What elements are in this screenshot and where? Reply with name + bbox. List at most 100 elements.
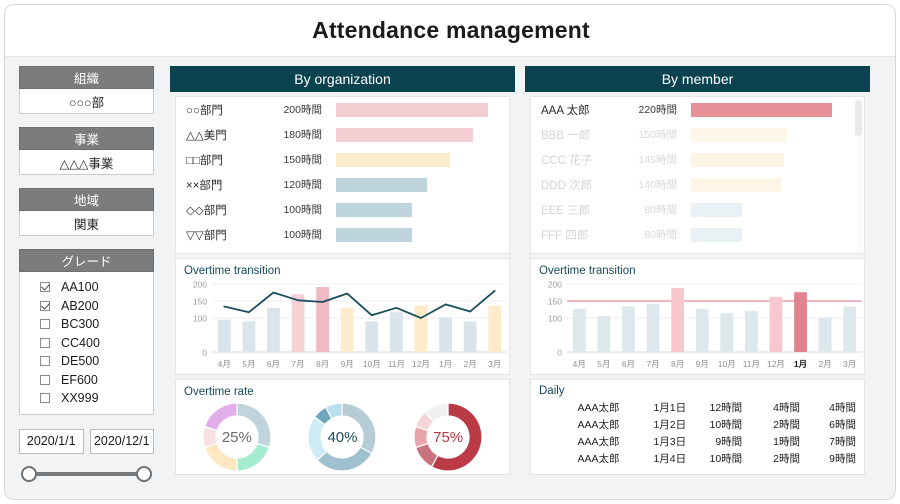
ranking-bar <box>691 152 785 167</box>
svg-text:1月: 1月 <box>439 359 452 369</box>
daily-cell: 7時間 <box>829 436 857 448</box>
date-range-row: 2020/1/1 2020/12/1 <box>19 428 154 454</box>
svg-text:150: 150 <box>193 297 207 307</box>
scrollbar-thumb[interactable] <box>855 100 862 136</box>
ranking-row-value: 150時間 <box>283 154 322 166</box>
svg-text:3月: 3月 <box>488 359 501 369</box>
date-start-input[interactable]: 2020/1/1 <box>19 428 84 454</box>
grade-option-ab200[interactable]: AB200 <box>40 297 153 316</box>
svg-text:2月: 2月 <box>464 359 477 369</box>
ranking-row[interactable]: ××部門 120時間 <box>176 172 509 197</box>
app-root: Attendance management 組織 ○○○部 事業 △△△事業 地… <box>0 0 900 504</box>
ranking-row-name: EEE 三郎 <box>541 204 591 217</box>
checkbox-icon[interactable] <box>40 356 50 367</box>
member-ranking-scrollbar[interactable] <box>855 98 863 253</box>
ranking-row[interactable]: □□部門 150時間 <box>176 147 509 172</box>
ranking-row[interactable]: BBB 一郎 150時間 <box>531 122 864 147</box>
ranking-row[interactable]: ○○部門 200時間 <box>176 97 509 122</box>
member-ranking-list[interactable]: AAA 太郎 220時間 BBB 一郎 150時間 CCC 花子 145時間 DDD 次郎 1… <box>530 96 865 254</box>
svg-text:100: 100 <box>548 314 562 324</box>
grade-option-label: EF600 <box>61 372 98 387</box>
checkbox-icon[interactable] <box>40 337 50 348</box>
daily-cell: 1時間 <box>773 436 800 448</box>
filter-region-value[interactable]: 関東 <box>19 211 154 236</box>
organization-ranking-list[interactable]: ○○部門 200時間 △△美門 180時間 □□部門 150時間 ××部門 120時間 ◇◇部門… <box>175 96 510 254</box>
ranking-row[interactable]: EEE 三郎 80時間 <box>531 197 864 222</box>
filter-organization-value[interactable]: ○○○部 <box>19 89 154 114</box>
slider-handle-start[interactable] <box>21 465 37 482</box>
filter-grade-label: グレード <box>19 249 154 272</box>
daily-cell: AAA太郎 <box>577 419 620 431</box>
daily-cell: 1月1日 <box>653 402 687 414</box>
daily-table-row[interactable]: AAA太郎 1月2日 10時間 2時間 6時間 <box>539 416 856 433</box>
ranking-bar <box>691 102 833 117</box>
daily-cell: 12時間 <box>709 402 743 414</box>
svg-text:11月: 11月 <box>743 359 760 369</box>
ranking-bar <box>336 177 428 192</box>
grade-option-cc400[interactable]: CC400 <box>40 334 153 353</box>
daily-cell: 10時間 <box>709 453 743 465</box>
checkbox-icon[interactable] <box>40 300 50 311</box>
ranking-bar-track <box>322 127 503 142</box>
svg-text:12月: 12月 <box>412 359 430 369</box>
member-transition-chart: Overtime transition 0 100 150 200 4月 5月 6月 7月 8月… <box>530 258 865 375</box>
ranking-row[interactable]: ▽▽部門 100時間 <box>176 222 509 247</box>
ranking-bar <box>691 127 788 142</box>
svg-text:6月: 6月 <box>622 359 635 369</box>
ranking-bar-track <box>677 202 858 217</box>
svg-text:0: 0 <box>202 348 207 358</box>
member-daily-table: Daily AAA太郎 1月1日 12時間 4時間 4時間 AAA太郎 1月2日 10時間 2時… <box>530 379 865 475</box>
svg-text:10月: 10月 <box>718 359 736 369</box>
ranking-row[interactable]: FFF 四郎 80時間 <box>531 222 864 247</box>
grade-option-de500[interactable]: DE500 <box>40 352 153 371</box>
checkbox-icon[interactable] <box>40 393 50 404</box>
svg-text:7月: 7月 <box>646 359 659 369</box>
svg-text:4月: 4月 <box>218 359 231 369</box>
daily-cell: 2時間 <box>773 453 800 465</box>
ranking-bar <box>336 152 450 167</box>
ranking-bar-track <box>677 127 858 142</box>
daily-cell: 2時間 <box>773 419 800 431</box>
daily-table-row[interactable]: AAA太郎 1月3日 9時間 1時間 7時間 <box>539 433 856 450</box>
ranking-row[interactable]: CCC 花子 145時間 <box>531 147 864 172</box>
ranking-row[interactable]: AAA 太郎 220時間 <box>531 97 864 122</box>
grade-option-aa100[interactable]: AA100 <box>40 278 153 297</box>
overtime-rate-donut: 75% <box>411 400 485 474</box>
ranking-row[interactable]: DDD 次郎 140時間 <box>531 172 864 197</box>
ranking-bar-track <box>677 102 858 117</box>
daily-cell: AAA太郎 <box>577 453 620 465</box>
filter-grade: グレード AA100 AB200 BC300 CC400 DE500 EF600 XX999 <box>19 249 154 415</box>
date-range-slider[interactable] <box>19 462 154 486</box>
ranking-row-value: 200時間 <box>283 104 322 116</box>
ranking-row-name: FFF 四郎 <box>541 229 589 242</box>
ranking-row[interactable]: △△美門 180時間 <box>176 122 509 147</box>
ranking-bar <box>691 202 743 217</box>
ranking-bar-track <box>322 202 503 217</box>
svg-text:7月: 7月 <box>291 359 304 369</box>
daily-table-row[interactable]: AAA太郎 1月1日 12時間 4時間 4時間 <box>539 399 856 416</box>
ranking-row-value: 145時間 <box>638 154 677 166</box>
grade-option-label: AA100 <box>61 280 99 295</box>
svg-text:6月: 6月 <box>267 359 280 369</box>
checkbox-icon[interactable] <box>40 282 50 293</box>
svg-text:200: 200 <box>193 280 207 290</box>
ranking-row-value: 140時間 <box>638 179 677 191</box>
checkbox-icon[interactable] <box>40 319 50 330</box>
grade-option-xx999[interactable]: XX999 <box>40 389 153 408</box>
filter-business-value[interactable]: △△△事業 <box>19 150 154 175</box>
ranking-row[interactable]: ◇◇部門 100時間 <box>176 197 509 222</box>
daily-cell: 1月2日 <box>653 419 687 431</box>
ranking-row-name: ××部門 <box>186 179 223 192</box>
grade-option-label: BC300 <box>61 317 100 332</box>
ranking-bar-track <box>322 152 503 167</box>
ranking-bar <box>336 102 488 117</box>
slider-handle-end[interactable] <box>136 465 152 482</box>
ranking-bar-track <box>322 102 503 117</box>
panel-by-organization: By organization ○○部門 200時間 △△美門 180時間 □□部門 15… <box>170 66 515 499</box>
date-end-input[interactable]: 2020/12/1 <box>89 428 154 454</box>
page-title: Attendance management <box>312 17 590 43</box>
checkbox-icon[interactable] <box>40 374 50 385</box>
grade-option-bc300[interactable]: BC300 <box>40 315 153 334</box>
grade-option-ef600[interactable]: EF600 <box>40 371 153 390</box>
daily-table-row[interactable]: AAA太郎 1月4日 10時間 2時間 9時間 <box>539 450 856 467</box>
